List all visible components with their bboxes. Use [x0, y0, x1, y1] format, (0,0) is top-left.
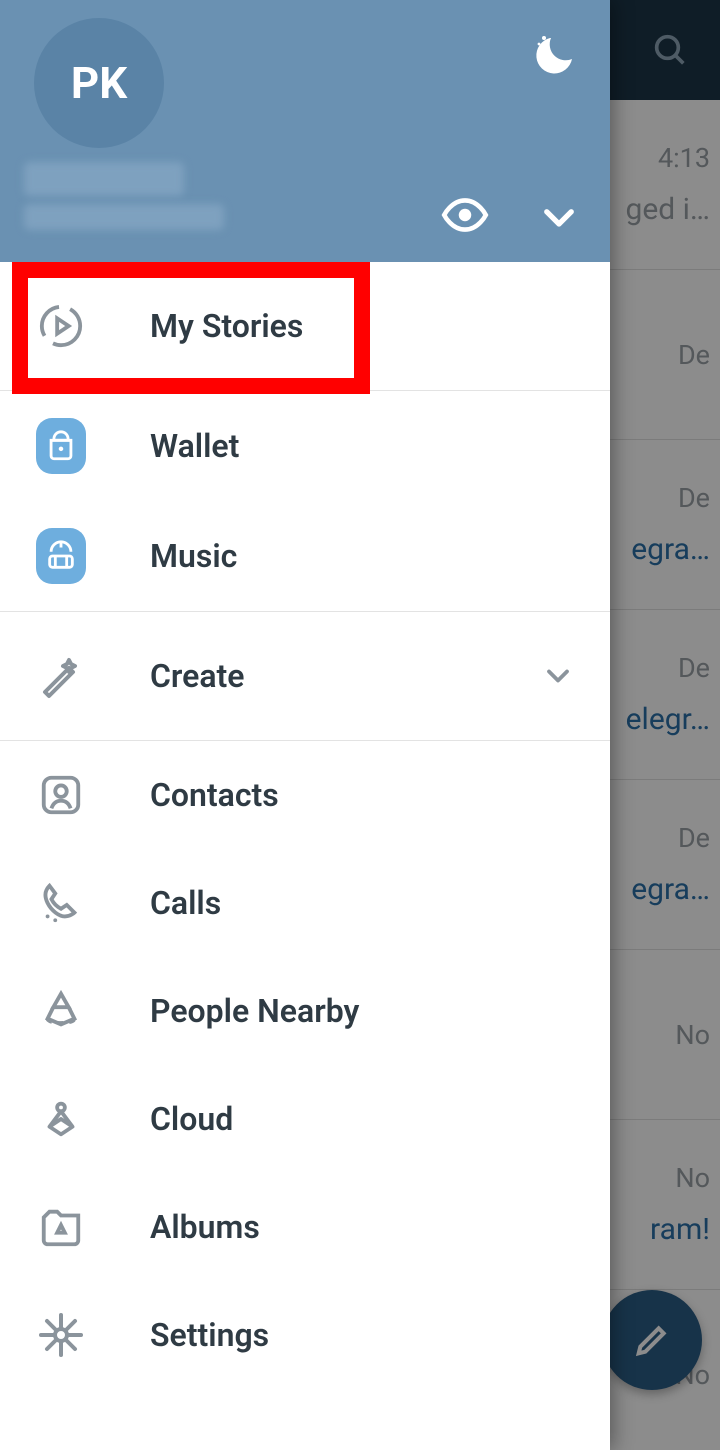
menu-settings[interactable]: Settings [0, 1281, 610, 1389]
stories-icon [36, 303, 86, 349]
menu-contacts[interactable]: Contacts [0, 741, 610, 849]
music-icon [36, 528, 86, 584]
menu-people-nearby[interactable]: People Nearby [0, 957, 610, 1065]
menu-label: Wallet [150, 427, 239, 465]
menu-label: Cloud [150, 1100, 233, 1138]
menu-cloud[interactable]: Cloud [0, 1065, 610, 1173]
menu-label: My Stories [150, 307, 303, 345]
menu-my-stories[interactable]: My Stories [0, 262, 610, 390]
avatar[interactable]: PK [34, 18, 164, 148]
albums-icon [36, 1204, 86, 1250]
contacts-icon [36, 772, 86, 818]
account-expand-icon[interactable] [538, 196, 580, 238]
wand-icon [36, 652, 86, 700]
menu-label: People Nearby [150, 992, 359, 1030]
menu-wallet[interactable]: Wallet [0, 391, 610, 501]
menu-calls[interactable]: Calls [0, 849, 610, 957]
calls-icon [36, 880, 86, 926]
menu-label: Create [150, 657, 245, 695]
account-phone-redacted [24, 204, 224, 230]
menu-music[interactable]: Music [0, 501, 610, 611]
settings-icon [36, 1311, 86, 1359]
avatar-initials: PK [71, 57, 127, 109]
menu-label: Settings [150, 1316, 269, 1354]
cloud-icon [36, 1096, 86, 1142]
drawer-header: PK [0, 0, 610, 262]
menu-create[interactable]: Create [0, 612, 610, 740]
visibility-icon[interactable] [440, 190, 490, 240]
chevron-down-icon [540, 658, 576, 694]
people-nearby-icon [36, 988, 86, 1034]
navigation-drawer: PK My Stories [0, 0, 610, 1450]
menu-label: Albums [150, 1208, 260, 1246]
menu-label: Calls [150, 884, 221, 922]
menu-label: Music [150, 537, 237, 575]
night-mode-icon[interactable] [532, 30, 580, 78]
wallet-icon [36, 418, 86, 474]
menu-label: Contacts [150, 776, 279, 814]
account-name-redacted [24, 162, 184, 196]
menu-albums[interactable]: Albums [0, 1173, 610, 1281]
